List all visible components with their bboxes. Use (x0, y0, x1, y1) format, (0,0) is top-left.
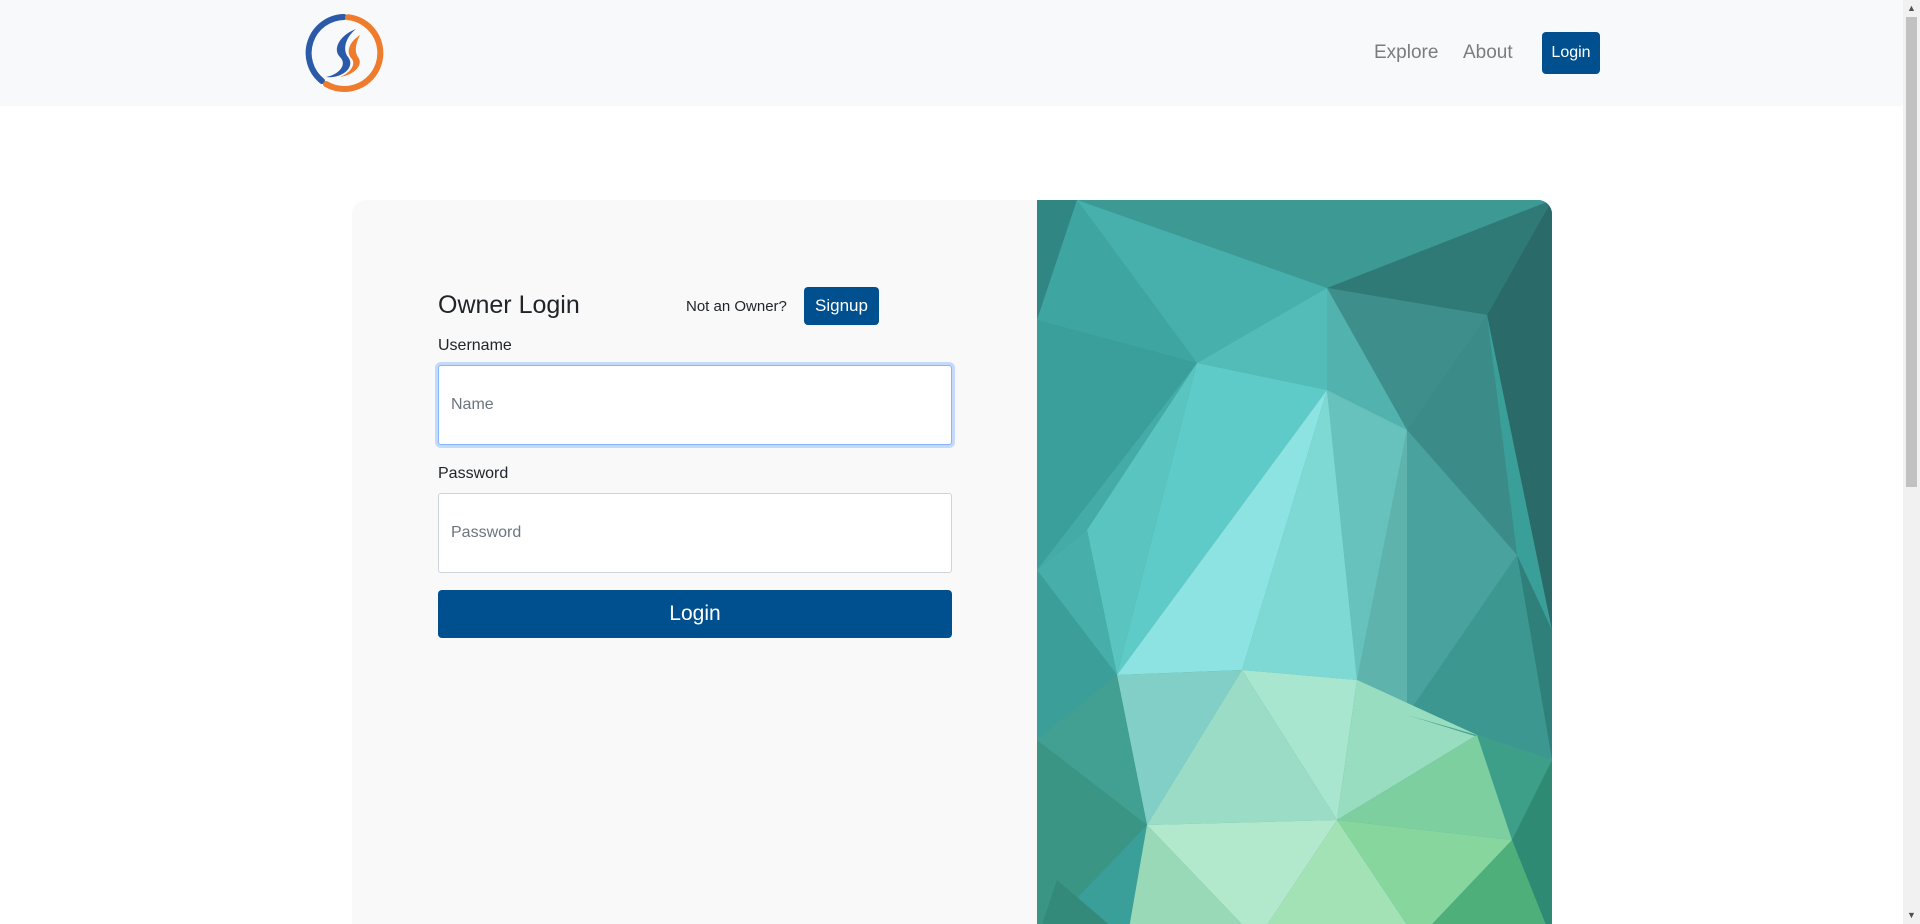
low-poly-background (1037, 200, 1552, 924)
password-label: Password (438, 465, 509, 482)
scroll-up-icon[interactable]: ▲ (1903, 0, 1920, 17)
navbar: Explore About Login (0, 0, 1903, 106)
login-form-panel: Owner Login Not an Owner? Signup Usernam… (352, 200, 1037, 924)
signup-button[interactable]: Signup (804, 287, 879, 325)
not-owner-text: Not an Owner? (686, 298, 787, 315)
page: Explore About Login Owner Login Not an O… (0, 0, 1920, 924)
login-submit-button[interactable]: Login (438, 590, 952, 638)
vertical-scrollbar[interactable]: ▲ ▼ (1903, 0, 1920, 924)
scroll-down-icon[interactable]: ▼ (1903, 907, 1920, 924)
decorative-panel (1037, 200, 1552, 924)
logo-icon[interactable] (304, 13, 384, 93)
username-label: Username (438, 337, 512, 354)
scrollbar-thumb[interactable] (1906, 17, 1917, 487)
nav-link-about[interactable]: About (1463, 42, 1513, 64)
login-card: Owner Login Not an Owner? Signup Usernam… (352, 200, 1552, 924)
username-input[interactable] (438, 365, 952, 445)
form-title: Owner Login (438, 291, 580, 319)
password-input[interactable] (438, 493, 952, 573)
nav-login-button[interactable]: Login (1542, 32, 1600, 74)
nav-link-explore[interactable]: Explore (1374, 42, 1438, 64)
